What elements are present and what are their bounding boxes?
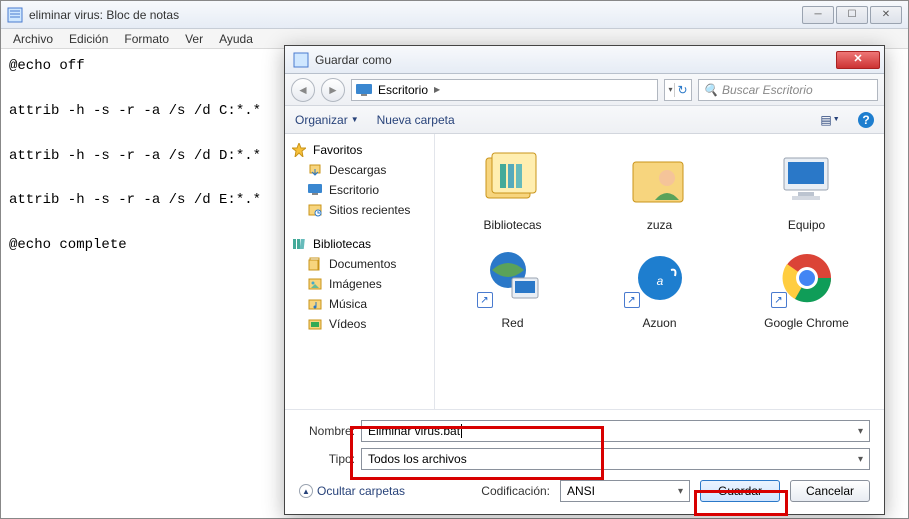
filetype-select[interactable]: Todos los archivos: [361, 448, 870, 470]
sidebar-item-recientes[interactable]: Sitios recientes: [289, 200, 430, 220]
libraries-icon: [291, 236, 307, 252]
minimize-button[interactable]: ─: [802, 6, 834, 24]
filename-label: Nombre:: [299, 424, 355, 438]
sidebar-item-musica[interactable]: Música: [289, 294, 430, 314]
file-item-azuon[interactable]: a Azuon: [590, 240, 729, 334]
azuon-icon: a: [620, 244, 700, 312]
search-placeholder: Buscar Escritorio: [722, 83, 813, 97]
save-button[interactable]: Guardar: [700, 480, 780, 502]
encoding-select[interactable]: ANSI: [560, 480, 690, 502]
refresh-button[interactable]: ▾ ↻: [664, 79, 692, 101]
chevron-up-icon: ▲: [299, 484, 313, 498]
hide-folders-toggle[interactable]: ▲ Ocultar carpetas: [299, 484, 405, 498]
filetype-label: Tipo:: [299, 452, 355, 466]
file-item-red[interactable]: Red: [443, 240, 582, 334]
navigation-bar: ◄ ► Escritorio ▶ ▾ ↻ 🔍 Buscar Escritorio: [285, 74, 884, 106]
sidebar-item-escritorio[interactable]: Escritorio: [289, 180, 430, 200]
notepad-titlebar: eliminar virus: Bloc de notas ─ ☐ ✕: [1, 1, 908, 29]
dialog-bottom: Nombre: Eliminar virus.bat Tipo: Todos l…: [285, 409, 884, 514]
star-icon: [291, 142, 307, 158]
menu-edicion[interactable]: Edición: [61, 30, 116, 48]
chevron-down-icon: ▾: [668, 85, 672, 94]
view-mode-button[interactable]: ▤▼: [820, 111, 840, 129]
sidebar-group-bibliotecas[interactable]: Bibliotecas: [289, 234, 430, 254]
libraries-icon: [473, 146, 553, 214]
chevron-down-icon: ▼: [351, 115, 359, 124]
desktop-icon: [356, 84, 372, 96]
chrome-icon: [767, 244, 847, 312]
toolbar: Organizar▼ Nueva carpeta ▤▼ ?: [285, 106, 884, 134]
search-icon: 🔍: [703, 83, 718, 97]
breadcrumb-label: Escritorio: [378, 83, 428, 97]
sidebar: Favoritos Descargas Escritorio Sitios re…: [285, 134, 435, 409]
videos-icon: [307, 316, 323, 332]
sidebar-item-descargas[interactable]: Descargas: [289, 160, 430, 180]
breadcrumb[interactable]: Escritorio ▶: [351, 79, 658, 101]
notepad-icon: [7, 7, 23, 23]
dialog-title: Guardar como: [315, 53, 836, 67]
cancel-button[interactable]: Cancelar: [790, 480, 870, 502]
organize-menu[interactable]: Organizar▼: [295, 113, 359, 127]
computer-icon: [767, 146, 847, 214]
sidebar-item-videos[interactable]: Vídeos: [289, 314, 430, 334]
menu-archivo[interactable]: Archivo: [5, 30, 61, 48]
music-icon: [307, 296, 323, 312]
notepad-title: eliminar virus: Bloc de notas: [29, 8, 802, 22]
files-pane[interactable]: Bibliotecas zuza Equipo Red a Azuon: [435, 134, 884, 409]
new-folder-button[interactable]: Nueva carpeta: [377, 113, 455, 127]
file-item-equipo[interactable]: Equipo: [737, 142, 876, 236]
maximize-button[interactable]: ☐: [836, 6, 868, 24]
save-as-dialog: Guardar como ✕ ◄ ► Escritorio ▶ ▾ ↻ 🔍 Bu…: [284, 45, 885, 515]
sidebar-item-imagenes[interactable]: Imágenes: [289, 274, 430, 294]
chevron-right-icon: ▶: [434, 85, 440, 94]
menu-ver[interactable]: Ver: [177, 30, 211, 48]
recent-icon: [307, 202, 323, 218]
close-button[interactable]: ✕: [870, 6, 902, 24]
svg-text:a: a: [656, 274, 663, 288]
window-buttons: ─ ☐ ✕: [802, 6, 902, 24]
user-folder-icon: [620, 146, 700, 214]
file-item-chrome[interactable]: Google Chrome: [737, 240, 876, 334]
back-button[interactable]: ◄: [291, 78, 315, 102]
refresh-icon: ↻: [677, 83, 687, 97]
sidebar-item-documentos[interactable]: Documentos: [289, 254, 430, 274]
dialog-titlebar: Guardar como ✕: [285, 46, 884, 74]
forward-button[interactable]: ►: [321, 78, 345, 102]
file-item-bibliotecas[interactable]: Bibliotecas: [443, 142, 582, 236]
network-icon: [473, 244, 553, 312]
menu-formato[interactable]: Formato: [116, 30, 177, 48]
sidebar-group-favorites[interactable]: Favoritos: [289, 140, 430, 160]
help-button[interactable]: ?: [858, 112, 874, 128]
images-icon: [307, 276, 323, 292]
filename-input[interactable]: Eliminar virus.bat: [361, 420, 870, 442]
file-item-zuza[interactable]: zuza: [590, 142, 729, 236]
documents-icon: [307, 256, 323, 272]
desktop-icon: [307, 182, 323, 198]
dialog-icon: [293, 52, 309, 68]
download-icon: [307, 162, 323, 178]
search-input[interactable]: 🔍 Buscar Escritorio: [698, 79, 878, 101]
encoding-label: Codificación:: [481, 484, 550, 498]
menu-ayuda[interactable]: Ayuda: [211, 30, 261, 48]
dialog-close-button[interactable]: ✕: [836, 51, 880, 69]
